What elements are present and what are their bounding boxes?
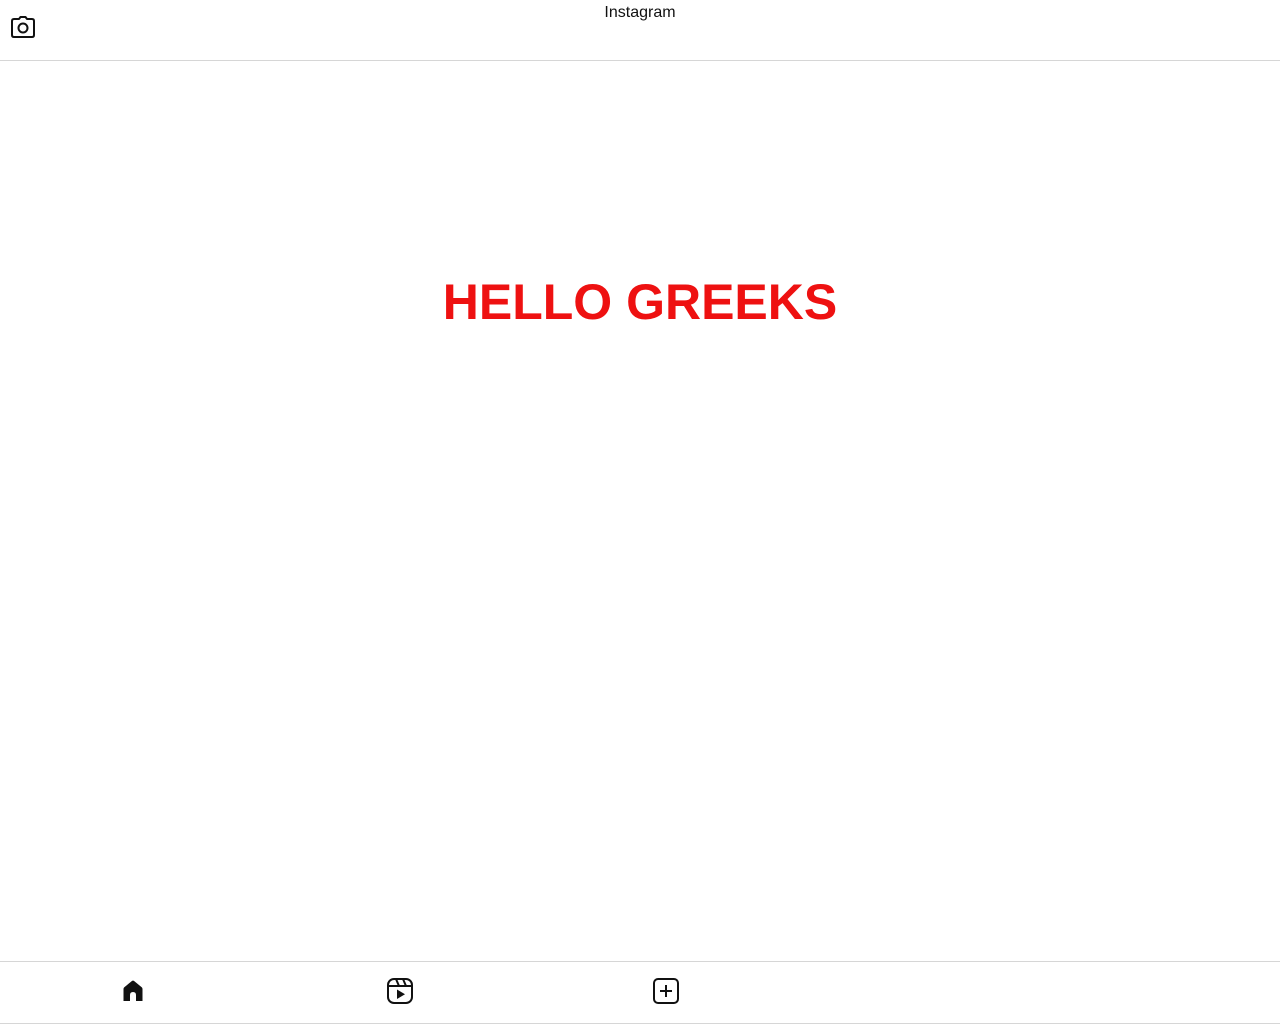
headline: HELLO GREEKS bbox=[442, 274, 838, 330]
home-icon bbox=[121, 979, 145, 1003]
add-post-icon bbox=[652, 977, 680, 1005]
nav-home-button[interactable] bbox=[118, 976, 148, 1006]
nav-reels-button[interactable] bbox=[385, 976, 415, 1006]
app-screen: Instagram HELLO GREEKS bbox=[0, 0, 1280, 1024]
top-bar: Instagram bbox=[0, 0, 1280, 61]
main-content: HELLO GREEKS bbox=[0, 62, 1280, 961]
bottom-nav bbox=[0, 961, 1280, 1024]
app-title: Instagram bbox=[604, 4, 676, 21]
nav-create-button[interactable] bbox=[651, 976, 681, 1006]
reels-icon bbox=[386, 977, 414, 1005]
